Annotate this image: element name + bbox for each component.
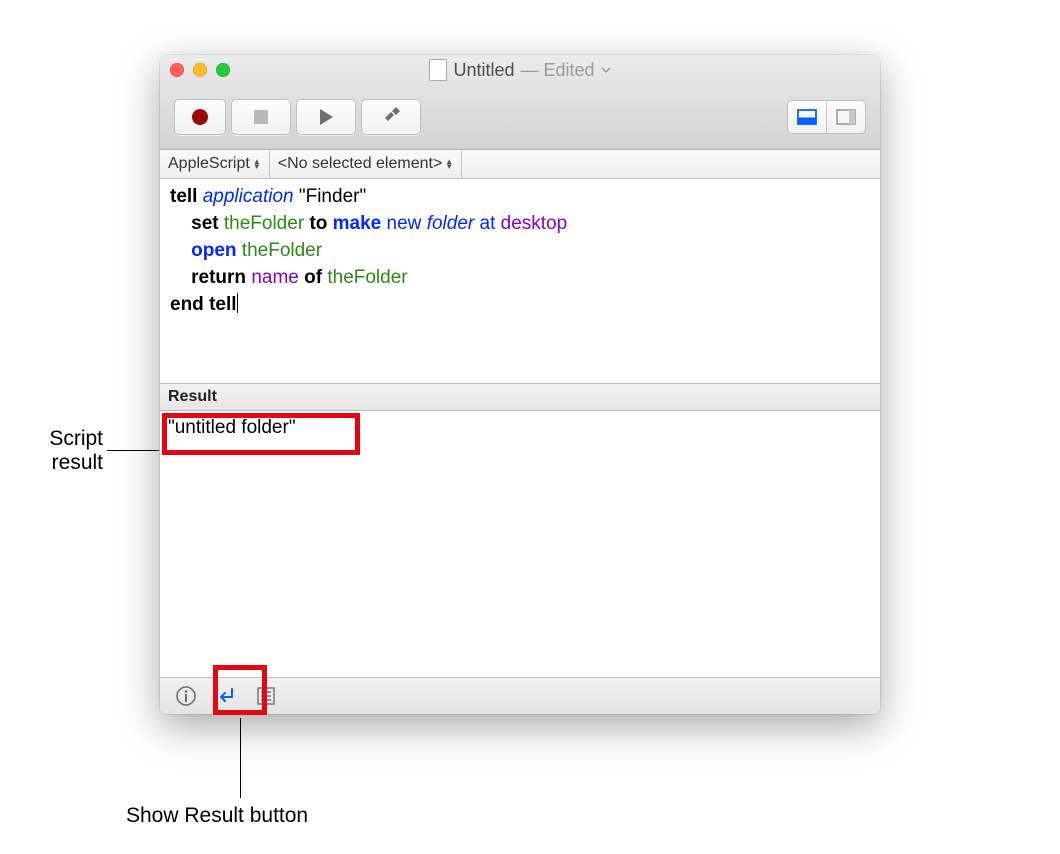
hammer-icon (381, 107, 401, 127)
edited-label: — Edited (520, 60, 594, 81)
content-pane-icon (797, 109, 817, 125)
code-token: to (309, 213, 327, 234)
script-editor-pane[interactable]: tell application "Finder" set theFolder … (160, 179, 880, 383)
stop-button[interactable] (231, 99, 291, 135)
annotation-show-result-button: Show Result button (126, 804, 308, 828)
code-token: open (191, 240, 236, 261)
chevron-down-icon (601, 65, 611, 75)
code-token: make (333, 213, 382, 234)
code-token: desktop (501, 213, 568, 234)
code-token: of (304, 267, 322, 288)
info-icon (175, 685, 197, 707)
language-label: AppleScript (168, 155, 250, 173)
show-result-button[interactable] (208, 681, 244, 711)
code-token: new (387, 213, 422, 234)
language-selector[interactable]: AppleScript ▲▼ (160, 150, 270, 178)
window-title: Untitled (453, 60, 514, 81)
bottom-bar (160, 677, 880, 714)
sidebar-pane-icon (836, 109, 856, 125)
text-cursor (237, 293, 238, 313)
description-button[interactable] (168, 681, 204, 711)
code-token: "Finder" (299, 186, 366, 207)
code-token: return (191, 267, 246, 288)
return-arrow-icon (215, 685, 237, 707)
code-token: theFolder (224, 213, 304, 234)
traffic-lights (170, 63, 230, 77)
code-token: end (170, 294, 204, 315)
document-icon (429, 59, 447, 81)
annotation-script-result: Script result (18, 427, 103, 475)
result-header-label: Result (168, 388, 217, 406)
navigation-bar: AppleScript ▲▼ <No selected element> ▲▼ (160, 150, 880, 179)
code-token: application (203, 186, 294, 207)
callout-line-show-result (240, 718, 241, 798)
record-button[interactable] (174, 99, 226, 135)
compile-button[interactable] (361, 99, 421, 135)
inspector-toggle-group (787, 100, 866, 134)
stepper-icon: ▲▼ (445, 159, 453, 169)
inspector-sidebar-button[interactable] (826, 101, 865, 133)
toolbar-left-group (174, 99, 421, 135)
element-label: <No selected element> (278, 155, 443, 173)
log-icon (256, 686, 276, 706)
script-editor-window: Untitled — Edited (160, 55, 880, 714)
code-token: set (191, 213, 218, 234)
result-value: "untitled folder" (168, 417, 296, 438)
result-header: Result (160, 383, 880, 411)
code-token: theFolder (242, 240, 322, 261)
stop-icon (253, 109, 269, 125)
show-log-button[interactable] (248, 681, 284, 711)
minimize-button[interactable] (193, 63, 207, 77)
element-selector[interactable]: <No selected element> ▲▼ (270, 150, 462, 178)
run-button[interactable] (296, 99, 356, 135)
callout-line-script-result (107, 450, 159, 451)
play-icon (317, 108, 335, 126)
window-title-group[interactable]: Untitled — Edited (160, 59, 880, 81)
code-token: at (480, 213, 496, 234)
stepper-icon: ▲▼ (253, 159, 261, 169)
record-icon (190, 107, 210, 127)
code-token: name (251, 267, 299, 288)
code-token: tell (170, 186, 197, 207)
inspector-content-button[interactable] (788, 101, 826, 133)
close-button[interactable] (170, 63, 184, 77)
toolbar (160, 85, 880, 149)
titlebar-top: Untitled — Edited (160, 55, 880, 85)
result-pane[interactable]: "untitled folder" (160, 411, 880, 677)
titlebar: Untitled — Edited (160, 55, 880, 150)
code-token: theFolder (327, 267, 407, 288)
code-token: folder (427, 213, 475, 234)
zoom-button[interactable] (216, 63, 230, 77)
code-token: tell (209, 294, 236, 315)
